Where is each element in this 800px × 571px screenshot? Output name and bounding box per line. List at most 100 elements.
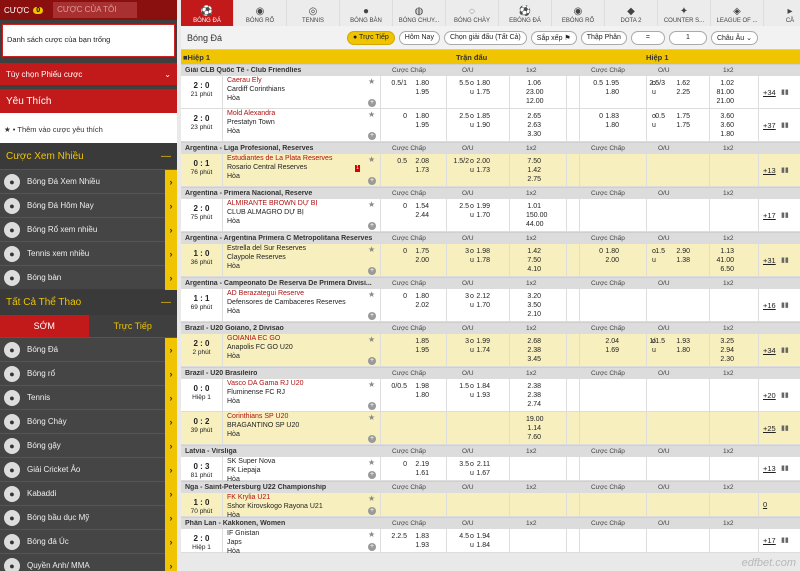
star-icon[interactable]: ★: [368, 77, 375, 86]
home-team[interactable]: AD Berazategui Reserve: [227, 289, 375, 298]
more-markets-link[interactable]: +13: [763, 166, 776, 175]
odds-value[interactable]: 1.70: [474, 211, 490, 220]
odds-value[interactable]: 6.50: [716, 265, 734, 274]
odds-value[interactable]: 1.01: [526, 202, 541, 211]
odds-value[interactable]: 2.38: [526, 382, 541, 391]
odds-value[interactable]: 1.80: [716, 130, 734, 139]
total-line[interactable]: 3: [443, 247, 469, 256]
sport-tab-1[interactable]: ◉ BÓNG RỔ: [234, 0, 287, 26]
tab-bets[interactable]: CƯỢC 0: [0, 0, 47, 20]
plus-icon[interactable]: +: [368, 177, 376, 185]
more-markets-link[interactable]: +16: [763, 301, 776, 310]
away-team[interactable]: Claypole Reserves: [227, 253, 375, 262]
odds-value[interactable]: 2.04: [601, 337, 619, 346]
away-team[interactable]: Defensores de Cambaceres Reserves: [227, 298, 375, 307]
odds-value[interactable]: 1.94: [474, 532, 490, 541]
odds-value[interactable]: 7.50: [526, 256, 541, 265]
odds-value[interactable]: 2.00: [411, 256, 429, 265]
home-team[interactable]: FK Krylia U21: [227, 493, 375, 502]
odds-value[interactable]: 1.69: [601, 346, 619, 355]
region-select[interactable]: Châu Âu ⌄: [710, 30, 758, 45]
total-line[interactable]: 4.5: [443, 532, 469, 541]
odds-value[interactable]: 2.08: [411, 157, 429, 166]
all-sports-header[interactable]: Tất Cả Thể Thao —: [0, 289, 177, 315]
stats-icon[interactable]: ▮▮: [781, 464, 789, 472]
handicap-line[interactable]: 2.2.5: [376, 532, 407, 541]
odds-value[interactable]: 2.75: [526, 175, 541, 184]
sidebar-item-sport-4[interactable]: ● Bóng gậy ›: [0, 433, 177, 458]
odds-value[interactable]: 1.80: [674, 346, 690, 355]
total-line[interactable]: 2.5: [443, 112, 469, 121]
odds-value[interactable]: 2.44: [411, 211, 429, 220]
total-line[interactable]: 2.5: [443, 202, 469, 211]
stats-icon[interactable]: ▮▮: [781, 391, 789, 399]
home-team[interactable]: Caerau Ely: [227, 76, 375, 85]
away-team[interactable]: Fluminense FC RJ: [227, 388, 375, 397]
stats-icon[interactable]: ▮▮: [781, 166, 789, 174]
tab-live[interactable]: Trực Tiếp: [88, 315, 177, 337]
more-markets-link[interactable]: +13: [763, 464, 776, 473]
star-icon[interactable]: ★: [368, 413, 375, 422]
odds-value[interactable]: 1.74: [474, 346, 490, 355]
over-label[interactable]: o: [652, 79, 658, 88]
handicap-line[interactable]: 0: [376, 112, 407, 121]
home-team[interactable]: SK Super Nova: [227, 457, 375, 466]
odds-value[interactable]: 2.02: [411, 301, 429, 310]
odds-value[interactable]: 1.38: [674, 256, 690, 265]
odds-value[interactable]: 2.63: [526, 121, 541, 130]
odds-value[interactable]: 1.98: [411, 382, 429, 391]
odds-value[interactable]: 1.75: [474, 88, 490, 97]
odds-value[interactable]: 2.65: [526, 112, 541, 121]
home-team[interactable]: Vasco DA Gama RJ U20: [227, 379, 375, 388]
under-label[interactable]: u: [652, 88, 658, 97]
under-label[interactable]: u: [652, 346, 658, 355]
odds-value[interactable]: 7.50: [526, 157, 541, 166]
odds-value[interactable]: 1.80: [411, 391, 429, 400]
odds-value[interactable]: 2.68: [526, 337, 541, 346]
sport-tab-8[interactable]: ◆ DOTA 2: [605, 0, 658, 26]
odds-value[interactable]: 2.94: [716, 346, 734, 355]
odds-value[interactable]: 1.80: [411, 79, 429, 88]
odds-value[interactable]: 150.00: [526, 211, 547, 220]
equals-toggle[interactable]: =: [630, 30, 665, 45]
odds-value[interactable]: 1.80: [601, 247, 619, 256]
handicap-line[interactable]: 0.5: [376, 157, 407, 166]
stats-icon[interactable]: ▮▮: [781, 424, 789, 432]
away-team[interactable]: Cardiff Corinthians: [227, 85, 375, 94]
star-icon[interactable]: ★: [368, 245, 375, 254]
odds-value[interactable]: 1.80: [601, 121, 619, 130]
odds-value[interactable]: 1.95: [601, 79, 619, 88]
star-icon[interactable]: ★: [368, 290, 375, 299]
home-team[interactable]: Corinthians SP U20: [227, 412, 375, 421]
sport-tab-6[interactable]: ⚽ EBÓNG ĐÁ: [499, 0, 552, 26]
sport-tab-2[interactable]: ◎ TENNIS: [287, 0, 340, 26]
odds-value[interactable]: 1.06: [526, 79, 541, 88]
odds-value[interactable]: 1.54: [411, 202, 429, 211]
odds-value[interactable]: 1.83: [411, 532, 429, 541]
under-label[interactable]: u: [652, 256, 658, 265]
odds-value[interactable]: 2.30: [716, 355, 734, 364]
odds-value[interactable]: 3.25: [716, 337, 734, 346]
page-stepper[interactable]: 1: [668, 30, 707, 45]
sidebar-item-popular-4[interactable]: ● Bóng bàn ›: [0, 265, 177, 290]
odds-value[interactable]: 1.75: [674, 121, 690, 130]
home-team[interactable]: Estudiantes de La Plata Reserves: [227, 154, 375, 163]
odds-value[interactable]: 2.38: [526, 346, 541, 355]
sidebar-item-sport-6[interactable]: ● Kabaddi ›: [0, 481, 177, 506]
odds-value[interactable]: 2.00: [601, 256, 619, 265]
sport-tab-3[interactable]: ● BÓNG BÀN: [340, 0, 393, 26]
more-markets-link[interactable]: 0: [763, 500, 767, 509]
stats-icon[interactable]: ▮▮: [781, 256, 789, 264]
away-team[interactable]: CLUB ALMAGRO DỰ BỊ: [227, 208, 375, 217]
odds-value[interactable]: 81.00: [716, 88, 734, 97]
odds-value[interactable]: 1.84: [474, 382, 490, 391]
stats-icon[interactable]: ▮▮: [781, 301, 789, 309]
odds-value[interactable]: 3.20: [526, 292, 541, 301]
odds-value[interactable]: 1.93: [674, 337, 690, 346]
odds-value[interactable]: 1.67: [474, 469, 490, 478]
bet-options-toggle[interactable]: Tùy chọn Phiếu cược ⌄: [0, 63, 177, 85]
more-markets-link[interactable]: +17: [763, 536, 776, 545]
odds-value[interactable]: 1.95: [411, 346, 429, 355]
odds-value[interactable]: 1.75: [411, 247, 429, 256]
odds-value[interactable]: 3.30: [526, 130, 541, 139]
